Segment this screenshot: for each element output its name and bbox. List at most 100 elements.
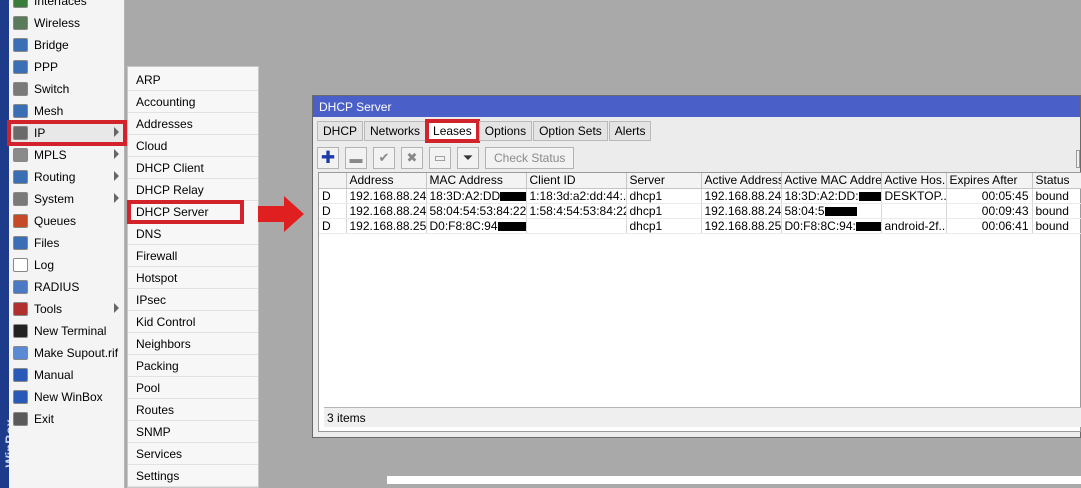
table-row[interactable]: D 192.168.88.247 18:3D:A2:DD 1:18:3d:a2:dd:…: [319, 188, 1081, 204]
check-status-button[interactable]: Check Status: [485, 147, 575, 169]
tab-leases[interactable]: Leases: [425, 119, 480, 143]
column-header[interactable]: Server: [626, 173, 702, 189]
menu-item-switch[interactable]: Switch: [9, 78, 125, 100]
cell-active-mac: D0:F8:8C:94:: [781, 218, 882, 234]
tab-options[interactable]: Options: [478, 121, 533, 141]
submenu-item-dhcp-server[interactable]: DHCP Server: [127, 200, 244, 224]
submenu-item-cloud[interactable]: Cloud: [128, 135, 258, 157]
submenu-item-firewall[interactable]: Firewall: [128, 245, 258, 267]
menu-item-routing[interactable]: Routing: [9, 166, 125, 188]
cell-address: 192.168.88.249: [346, 203, 427, 219]
column-header[interactable]: Address: [346, 173, 427, 189]
submenu-arrow-icon: [114, 149, 119, 159]
submenu-item-snmp[interactable]: SNMP: [128, 421, 258, 443]
table-row[interactable]: D 192.168.88.250 D0:F8:8C:94 dhcp1 192.168.8…: [319, 218, 1081, 234]
column-header[interactable]: [319, 173, 347, 189]
window-title[interactable]: DHCP Server: [313, 96, 1080, 117]
submenu-item-addresses[interactable]: Addresses: [128, 113, 258, 135]
menu-item-label: Make Supout.rif: [34, 346, 119, 360]
menu-item-radius[interactable]: RADIUS: [9, 276, 125, 298]
redaction-mark: [824, 206, 857, 216]
dhcp-server-window: DHCP Server DHCP Networks Leases Options Opt…: [312, 95, 1081, 438]
submenu-item-dhcp-relay[interactable]: DHCP Relay: [128, 179, 258, 201]
submenu-item-services[interactable]: Services: [128, 443, 258, 465]
column-header[interactable]: Active Hos...: [881, 173, 947, 189]
submenu-item-accounting[interactable]: Accounting: [128, 91, 258, 113]
menu-item-wireless[interactable]: Wireless: [9, 12, 125, 34]
cell-active-mac: 58:04:5: [781, 203, 882, 219]
cell-active-address: 192.168.88.250: [701, 218, 782, 234]
minus-icon: ▬: [349, 150, 363, 166]
tab-networks[interactable]: Networks: [364, 121, 427, 141]
menu-item-ppp[interactable]: PPP: [9, 56, 125, 78]
column-header[interactable]: Expires After: [946, 173, 1033, 189]
tab-dhcp[interactable]: DHCP: [317, 121, 364, 141]
menu-item-label: New Terminal: [34, 324, 107, 338]
tab-option-sets[interactable]: Option Sets: [533, 121, 608, 141]
menu-item-tools[interactable]: Tools: [9, 298, 125, 320]
plus-icon: ✚: [320, 148, 336, 167]
comment-button[interactable]: ▭: [429, 147, 451, 169]
menu-item-new-winbox[interactable]: New WinBox: [9, 386, 125, 408]
cell-text: bound: [1035, 203, 1069, 218]
menu-item-queues[interactable]: Queues: [9, 210, 125, 232]
submenu-item-pool[interactable]: Pool: [128, 377, 258, 399]
system-icon: [13, 192, 28, 206]
column-header[interactable]: Client ID: [526, 173, 627, 189]
menu-item-files[interactable]: Files: [9, 232, 125, 254]
column-header[interactable]: Active Address: [701, 173, 782, 189]
column-header[interactable]: Status: [1032, 173, 1081, 189]
ip-icon: [13, 126, 28, 140]
cell-text: 192.168.88.250: [704, 218, 781, 233]
menu-item-system[interactable]: System: [9, 188, 125, 210]
menu-item-label: System: [34, 192, 75, 206]
cell-text: 00:09:43: [981, 203, 1029, 218]
table-row[interactable]: D 192.168.88.249 58:04:54:53:84:22 1:58:4:5…: [319, 203, 1081, 219]
cell-text: 18:3D:A2:DD:: [784, 188, 859, 203]
disable-button[interactable]: ✖: [401, 147, 423, 169]
remove-button[interactable]: ▬: [345, 147, 367, 169]
toolbar-dropdown[interactable]: [1076, 150, 1080, 168]
menu-item-log[interactable]: Log: [9, 254, 125, 276]
log-icon: [13, 258, 28, 272]
submenu-item-ipsec[interactable]: IPsec: [128, 289, 258, 311]
redaction-mark: [500, 191, 525, 201]
cell-text: 00:05:45: [981, 188, 1029, 203]
radius-icon: [13, 280, 28, 294]
winbox-icon: [13, 390, 28, 404]
status-bar: 3 items: [324, 407, 1081, 427]
cell-active-address: 192.168.88.247: [701, 188, 782, 204]
menu-item-make-supout-rif[interactable]: Make Supout.rif: [9, 342, 125, 364]
menu-item-interfaces[interactable]: Interfaces: [9, 0, 125, 12]
menu-item-exit[interactable]: Exit: [9, 408, 125, 430]
submenu-item-dns[interactable]: DNS: [128, 223, 258, 245]
enable-button[interactable]: ✔: [373, 147, 395, 169]
submenu-item-routes[interactable]: Routes: [128, 399, 258, 421]
add-button[interactable]: ✚: [317, 147, 339, 169]
queues-icon: [13, 214, 28, 228]
menu-item-mesh[interactable]: Mesh: [9, 100, 125, 122]
submenu-item-dhcp-client[interactable]: DHCP Client: [128, 157, 258, 179]
tab-alerts[interactable]: Alerts: [608, 121, 652, 141]
filter-button[interactable]: ⏷: [457, 147, 479, 169]
menu-item-ip[interactable]: IP: [7, 120, 127, 146]
submenu-item-kid-control[interactable]: Kid Control: [128, 311, 258, 333]
column-header[interactable]: MAC Address: [426, 173, 527, 189]
ppp-icon: [13, 60, 28, 74]
submenu-arrow-icon: [114, 193, 119, 203]
cell-mac: 18:3D:A2:DD: [426, 188, 527, 204]
menu-item-bridge[interactable]: Bridge: [9, 34, 125, 56]
submenu-item-arp[interactable]: ARP: [128, 69, 258, 91]
submenu-item-settings[interactable]: Settings: [128, 465, 258, 487]
menu-item-new-terminal[interactable]: New Terminal: [9, 320, 125, 342]
submenu-item-hotspot[interactable]: Hotspot: [128, 267, 258, 289]
menu-item-mpls[interactable]: MPLS: [9, 144, 125, 166]
menu-item-manual[interactable]: Manual: [9, 364, 125, 386]
cell-text: D: [322, 188, 331, 203]
cell-text: 58:04:5: [784, 203, 825, 218]
mpls-icon: [13, 148, 28, 162]
submenu-item-packing[interactable]: Packing: [128, 355, 258, 377]
cell-active-host: [881, 203, 947, 219]
submenu-item-neighbors[interactable]: Neighbors: [128, 333, 258, 355]
column-header[interactable]: Active MAC Addre...: [781, 173, 882, 189]
